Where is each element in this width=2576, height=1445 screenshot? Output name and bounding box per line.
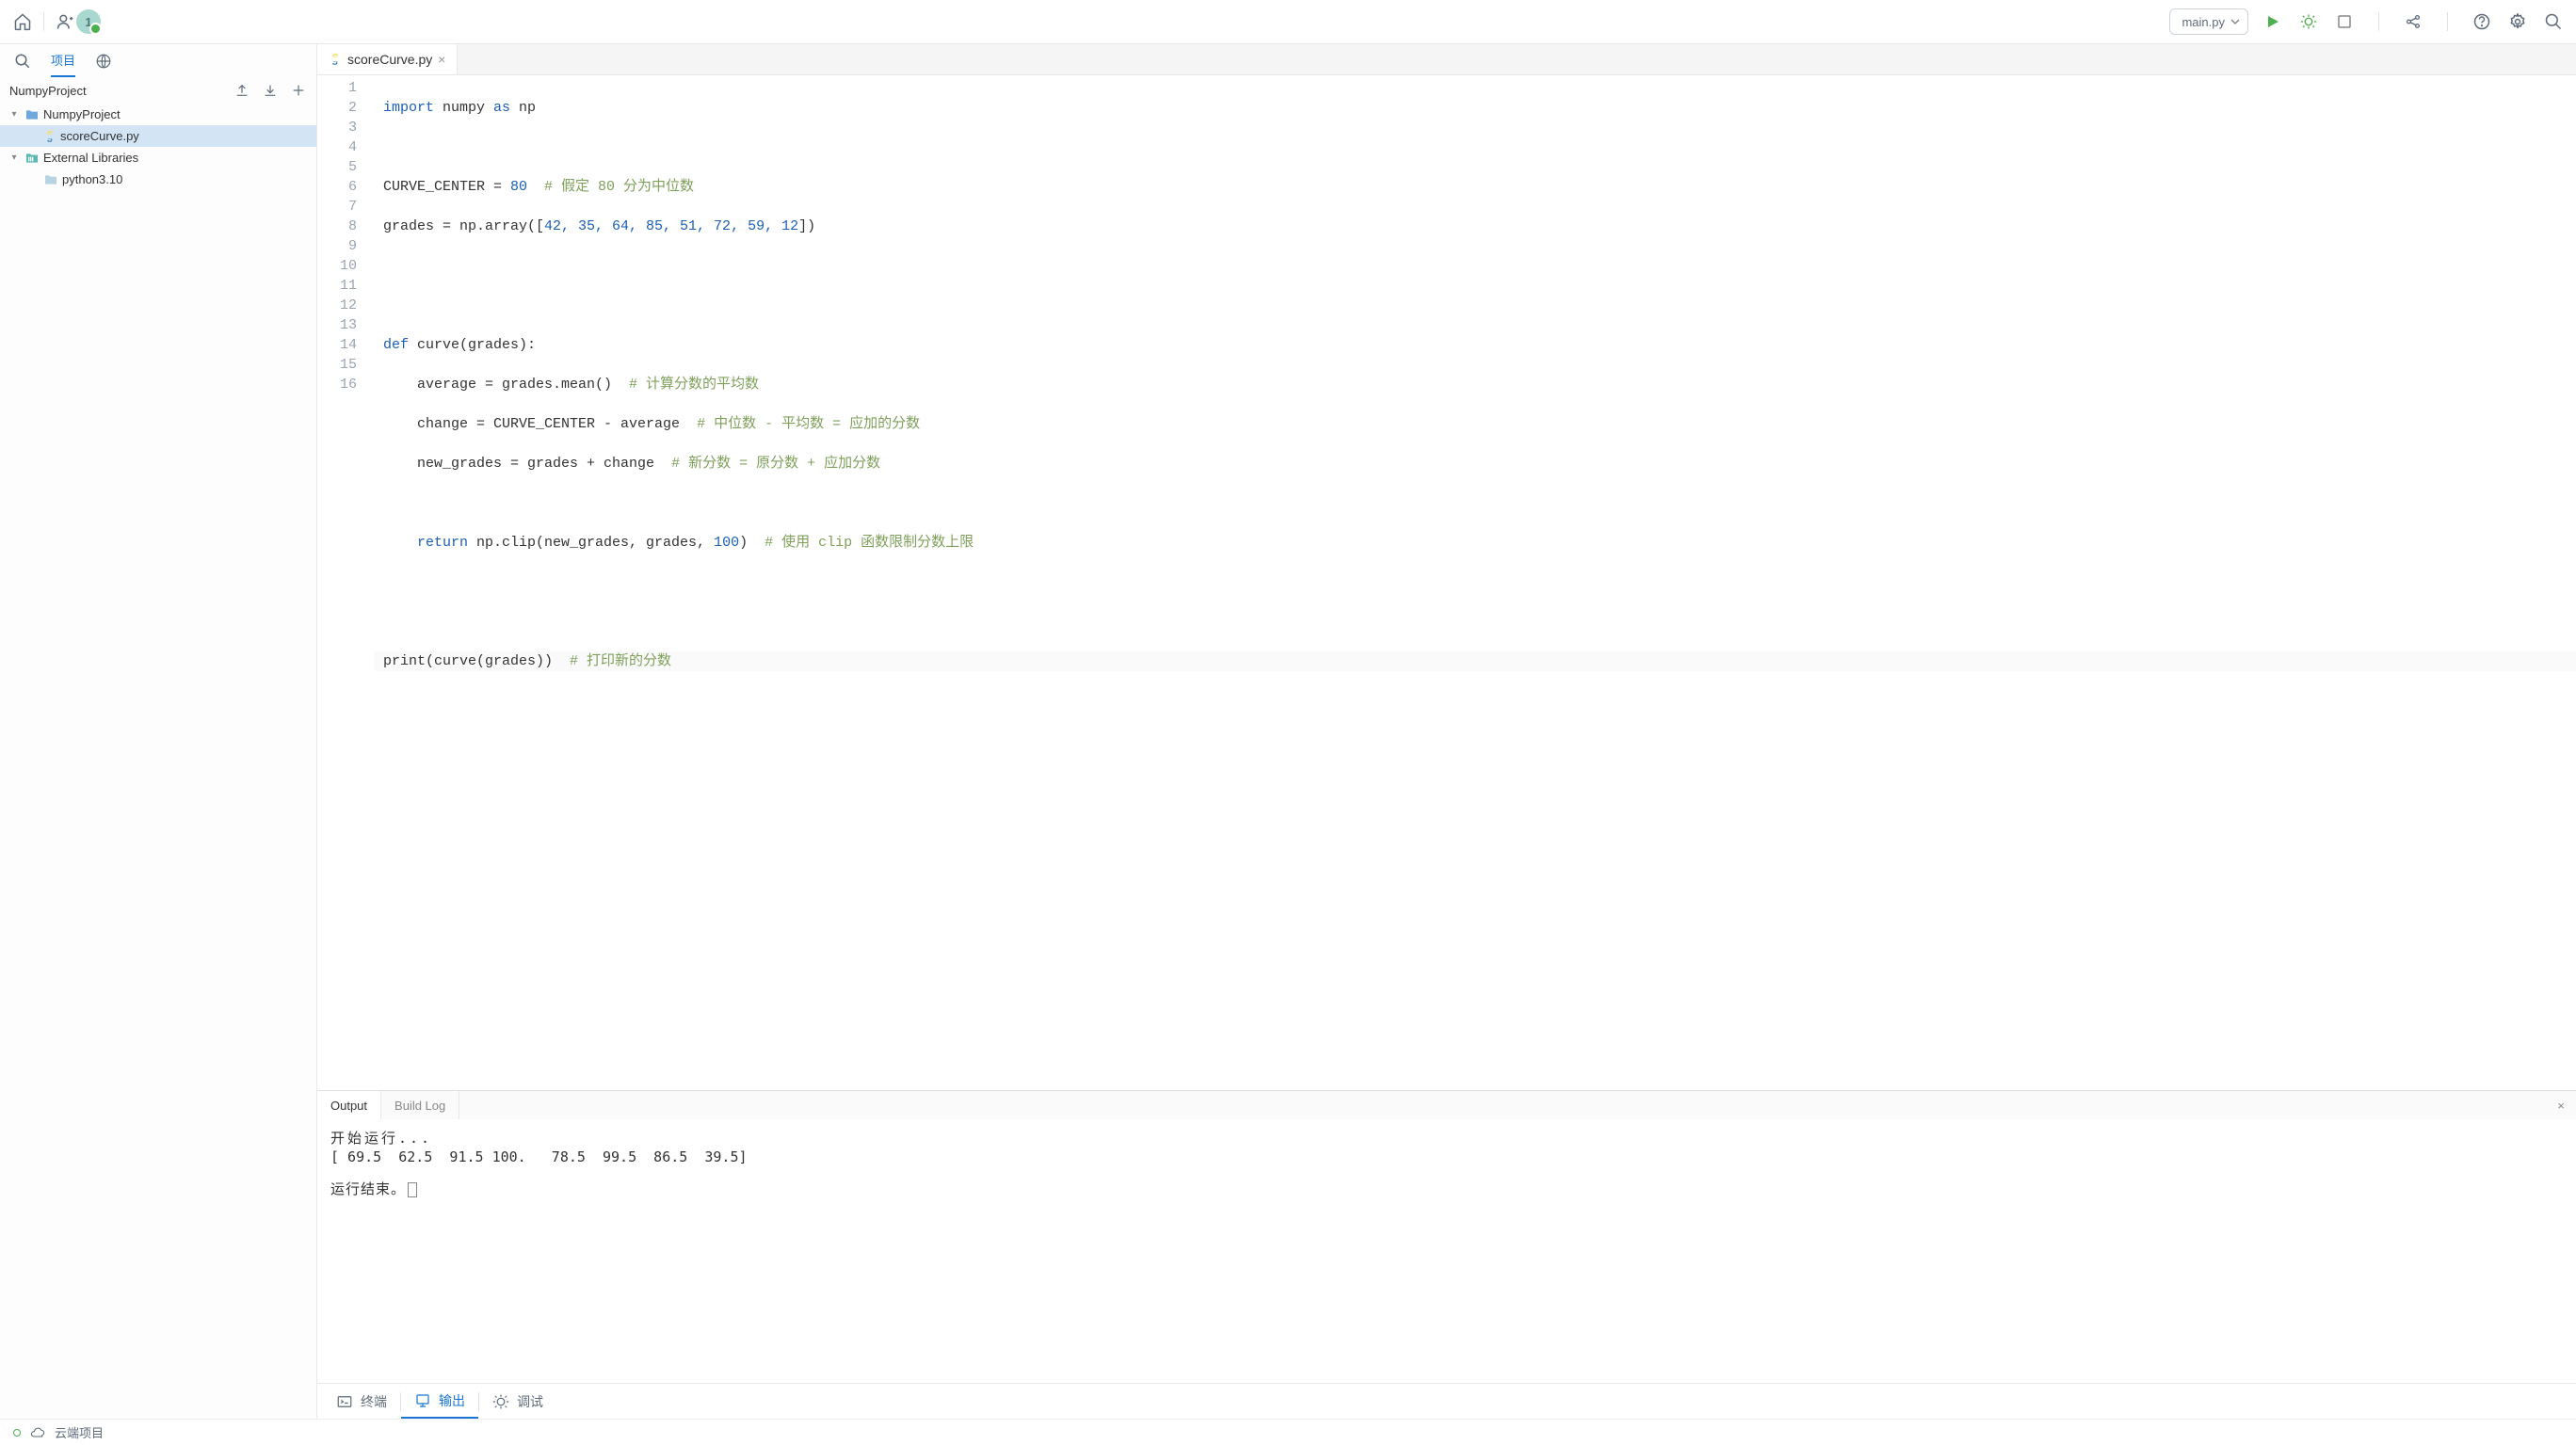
share-icon[interactable] xyxy=(2402,10,2424,33)
toolbar-left: 1 xyxy=(11,9,101,34)
python-file-icon xyxy=(329,53,342,66)
close-icon[interactable]: × xyxy=(438,52,445,67)
python-file-icon xyxy=(43,130,56,143)
chevron-down-icon xyxy=(2230,17,2240,26)
close-icon[interactable]: × xyxy=(2546,1091,2576,1119)
run-config-label: main.py xyxy=(2182,15,2225,29)
editor-area: scoreCurve.py × 12345678910111213141516 … xyxy=(317,44,2576,1419)
library-icon xyxy=(24,151,40,166)
chevron-down-icon: ▾ xyxy=(8,153,21,163)
cloud-icon xyxy=(30,1425,45,1440)
debug-icon xyxy=(492,1393,509,1410)
separator xyxy=(43,12,44,31)
breadcrumb: NumpyProject xyxy=(9,84,87,98)
output-tab-output[interactable]: Output xyxy=(317,1091,381,1119)
editor-tabs: scoreCurve.py × xyxy=(317,44,2576,75)
tab-debug[interactable]: 调试 xyxy=(479,1384,556,1419)
tree-item-label: scoreCurve.py xyxy=(60,129,139,143)
app-root: 1 main.py xyxy=(0,0,2576,1445)
line-gutter: 12345678910111213141516 xyxy=(317,75,374,1090)
chevron-down-icon: ▾ xyxy=(8,109,21,120)
folder-icon xyxy=(24,107,40,122)
status-bar: 云端项目 xyxy=(0,1419,2576,1445)
file-tree: ▾ NumpyProject scoreCurve.py ▾ External … xyxy=(0,104,316,1419)
home-icon[interactable] xyxy=(11,10,34,33)
separator xyxy=(2378,12,2379,31)
toolbar-right: main.py xyxy=(2169,8,2565,35)
output-tabs: Output Build Log × xyxy=(317,1091,2576,1119)
cursor xyxy=(408,1182,417,1197)
tree-file-scorecurve[interactable]: scoreCurve.py xyxy=(0,125,316,147)
folder-icon xyxy=(43,172,58,187)
sidebar-header: NumpyProject xyxy=(0,77,316,104)
sidebar-tab-project[interactable]: 项目 xyxy=(51,44,75,77)
sidebar-actions xyxy=(233,82,307,99)
tree-folder-python[interactable]: python3.10 xyxy=(0,169,316,190)
output-tab-buildlog[interactable]: Build Log xyxy=(381,1091,459,1119)
search-icon[interactable] xyxy=(11,50,34,72)
editor-body[interactable]: 12345678910111213141516 import numpy as … xyxy=(317,75,2576,1090)
output-icon xyxy=(414,1392,431,1409)
content: 项目 NumpyProject xyxy=(0,44,2576,1419)
tree-item-label: python3.10 xyxy=(62,172,122,186)
debug-icon[interactable] xyxy=(2297,10,2320,33)
top-toolbar: 1 main.py xyxy=(0,0,2576,44)
tree-folder-external[interactable]: ▾ External Libraries xyxy=(0,147,316,169)
add-icon[interactable] xyxy=(290,82,307,99)
sidebar: 项目 NumpyProject xyxy=(0,44,317,1419)
search-icon[interactable] xyxy=(2542,10,2565,33)
code-content[interactable]: import numpy as np CURVE_CENTER = 80 # 假… xyxy=(374,75,2576,1090)
help-icon[interactable] xyxy=(2471,10,2493,33)
stop-icon[interactable] xyxy=(2333,10,2356,33)
globe-icon[interactable] xyxy=(92,50,115,72)
tree-item-label: External Libraries xyxy=(43,151,138,165)
terminal-icon xyxy=(336,1393,353,1410)
download-icon[interactable] xyxy=(262,82,279,99)
tab-scorecurve[interactable]: scoreCurve.py × xyxy=(317,44,458,74)
gear-icon[interactable] xyxy=(2506,10,2529,33)
avatar[interactable]: 1 xyxy=(76,9,101,34)
run-config-select[interactable]: main.py xyxy=(2169,8,2248,35)
output-panel: Output Build Log × 开始运行... [ 69.5 62.5 9… xyxy=(317,1090,2576,1383)
tab-output[interactable]: 输出 xyxy=(401,1384,478,1419)
tree-folder-root[interactable]: ▾ NumpyProject xyxy=(0,104,316,125)
bottom-tabs: 终端 输出 调试 xyxy=(317,1383,2576,1419)
tab-terminal[interactable]: 终端 xyxy=(323,1384,400,1419)
tab-label: scoreCurve.py xyxy=(347,52,432,67)
add-user-icon[interactable] xyxy=(54,10,76,33)
tree-item-label: NumpyProject xyxy=(43,107,121,121)
sidebar-tab-label: 项目 xyxy=(51,51,75,69)
status-cloud-label[interactable]: 云端项目 xyxy=(55,1423,104,1441)
upload-icon[interactable] xyxy=(233,82,250,99)
output-body[interactable]: 开始运行... [ 69.5 62.5 91.5 100. 78.5 99.5 … xyxy=(317,1119,2576,1383)
run-icon[interactable] xyxy=(2262,10,2284,33)
separator xyxy=(2447,12,2448,31)
sidebar-tabs: 项目 xyxy=(0,44,316,77)
status-dot xyxy=(13,1429,21,1437)
